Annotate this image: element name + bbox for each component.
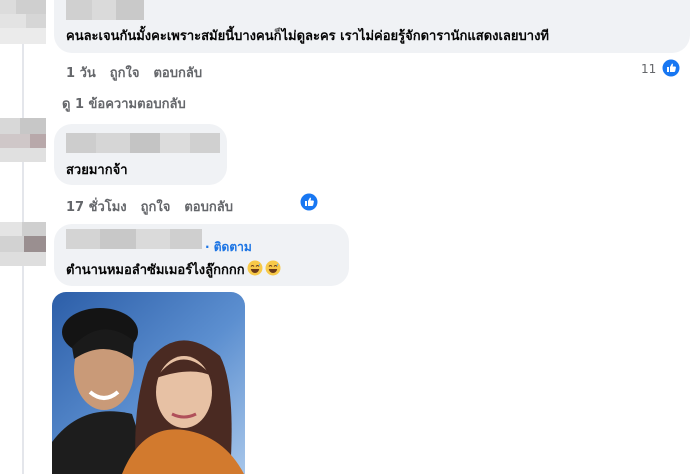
comment-time[interactable]: 1 วัน xyxy=(66,66,96,81)
commenter-name-blurred[interactable] xyxy=(66,0,144,24)
avatar[interactable] xyxy=(0,118,46,162)
comment-text: คนละเจนกันมั้งคะเพราะสมัยนี้บางคนก็ไม่ดู… xyxy=(66,29,549,44)
commenter-name-blurred[interactable] xyxy=(66,229,202,253)
follow-link[interactable]: · ติดตาม xyxy=(205,238,252,257)
comment-time[interactable]: 17 ชั่วโมง xyxy=(66,200,127,215)
comment-actions: 17 ชั่วโมง ถูกใจ ตอบกลับ xyxy=(66,196,247,217)
like-reaction-icon[interactable] xyxy=(300,193,318,211)
reaction-count[interactable]: 11 xyxy=(641,62,656,76)
comment-text: ตำนานหมอลำซัมเมอร์ไงลู๊กกกก xyxy=(66,259,281,280)
comment-text: สวยมากจ้า xyxy=(66,163,128,178)
reply-button[interactable]: ตอบกลับ xyxy=(153,66,202,81)
comment-photo[interactable] xyxy=(52,292,245,474)
like-button[interactable]: ถูกใจ xyxy=(110,66,140,81)
avatar[interactable] xyxy=(0,222,46,266)
comment-actions: 1 วัน ถูกใจ ตอบกลับ xyxy=(66,62,216,83)
avatar[interactable] xyxy=(0,0,46,44)
couple-photo xyxy=(52,292,245,474)
like-reaction-icon[interactable] xyxy=(662,59,680,77)
reply-button[interactable]: ตอบกลับ xyxy=(184,200,233,215)
grinning-sweat-emoji xyxy=(265,260,281,276)
comment-text-body: ตำนานหมอลำซัมเมอร์ไงลู๊กกกก xyxy=(66,263,245,278)
like-button[interactable]: ถูกใจ xyxy=(141,200,171,215)
commenter-name-blurred[interactable] xyxy=(66,133,220,157)
view-replies-link[interactable]: ดู 1 ข้อความตอบกลับ xyxy=(62,93,186,114)
grinning-sweat-emoji xyxy=(247,260,263,276)
